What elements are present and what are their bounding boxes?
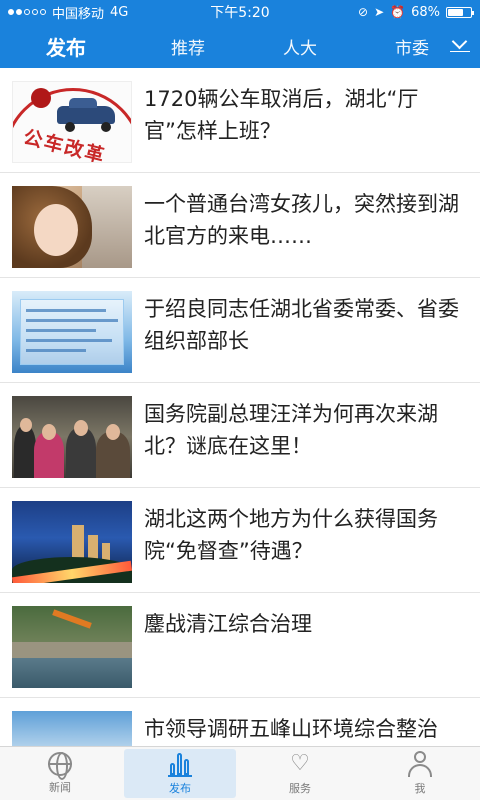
news-thumbnail: 公车改革 [12,81,132,163]
tab-service[interactable]: ♡ 服务 [240,747,360,800]
news-item[interactable]: 国务院副总理汪洋为何再次来湖北？谜底在这里！ [0,383,480,488]
tab-label: 新闻 [49,781,71,794]
carrier-name: 中国移动 [52,6,105,22]
tab-fabu[interactable]: 发布 [0,32,132,61]
channel-nav: 发布 推荐 人大 市委 [0,24,480,68]
status-bar: 中国移动 4G 下午5:20 ⊘ ➤ ⏰ 68% [0,0,480,24]
news-title: 湖北这两个地方为什么获得国务院“免督查”待遇？ [144,507,438,563]
news-title: 一个普通台湾女孩儿，突然接到湖北官方的来电…… [144,192,459,248]
tab-renda[interactable]: 人大 [244,34,356,59]
news-thumbnail [12,711,132,746]
tab-label: 发布 [169,782,191,795]
news-thumbnail [12,396,132,478]
battery-percent: 68% [411,4,440,20]
status-left: 中国移动 4G [8,3,358,22]
tab-label: 服务 [289,782,311,795]
bar-chart-icon [167,751,193,777]
heart-icon: ♡ [290,751,310,776]
news-item[interactable]: 鏖战清江综合治理 [0,593,480,698]
news-thumbnail [12,501,132,583]
news-item[interactable]: 一个普通台湾女孩儿，突然接到湖北官方的来电…… [0,173,480,278]
battery-fill [448,8,463,16]
person-icon [407,751,433,777]
news-title: 国务院副总理汪洋为何再次来湖北？谜底在这里！ [144,402,438,458]
news-title: 1720辆公车取消后，湖北“厅官”怎样上班？ [144,87,419,143]
news-thumbnail [12,291,132,373]
tab-tuijian[interactable]: 推荐 [132,34,244,59]
chevron-down-icon[interactable] [450,34,470,54]
news-feed[interactable]: 公车改革 1720辆公车取消后，湖北“厅官”怎样上班？ 一个普通台湾女孩儿，突然… [0,68,480,746]
news-title: 市领导调研五峰山环境综合整治 [144,717,438,741]
status-right: ⊘ ➤ ⏰ 68% [358,4,474,20]
alarm-icon: ⏰ [390,5,406,19]
news-title: 于绍良同志任湖北省委常委、省委组织部部长 [144,297,459,353]
tab-me[interactable]: 我 [360,747,480,800]
tab-label: 我 [414,782,426,795]
tab-publish[interactable]: 发布 [120,747,240,800]
rotation-lock-icon: ⊘ [358,5,369,19]
tab-news[interactable]: 新闻 [0,747,120,800]
news-thumbnail [12,606,132,688]
bottom-tab-bar: 新闻 发布 ♡ 服务 我 [0,746,480,800]
network-type: 4G [110,4,129,20]
news-item[interactable]: 于绍良同志任湖北省委常委、省委组织部部长 [0,278,480,383]
battery-icon [446,6,474,18]
news-title: 鏖战清江综合治理 [144,612,312,636]
news-item[interactable]: 市领导调研五峰山环境综合整治 [0,698,480,746]
news-item[interactable]: 公车改革 1720辆公车取消后，湖北“厅官”怎样上班？ [0,68,480,173]
globe-icon [48,752,72,780]
news-thumbnail [12,186,132,268]
news-item[interactable]: 湖北这两个地方为什么获得国务院“免督查”待遇？ [0,488,480,593]
signal-strength-icon [8,9,46,15]
location-icon: ➤ [374,5,385,19]
